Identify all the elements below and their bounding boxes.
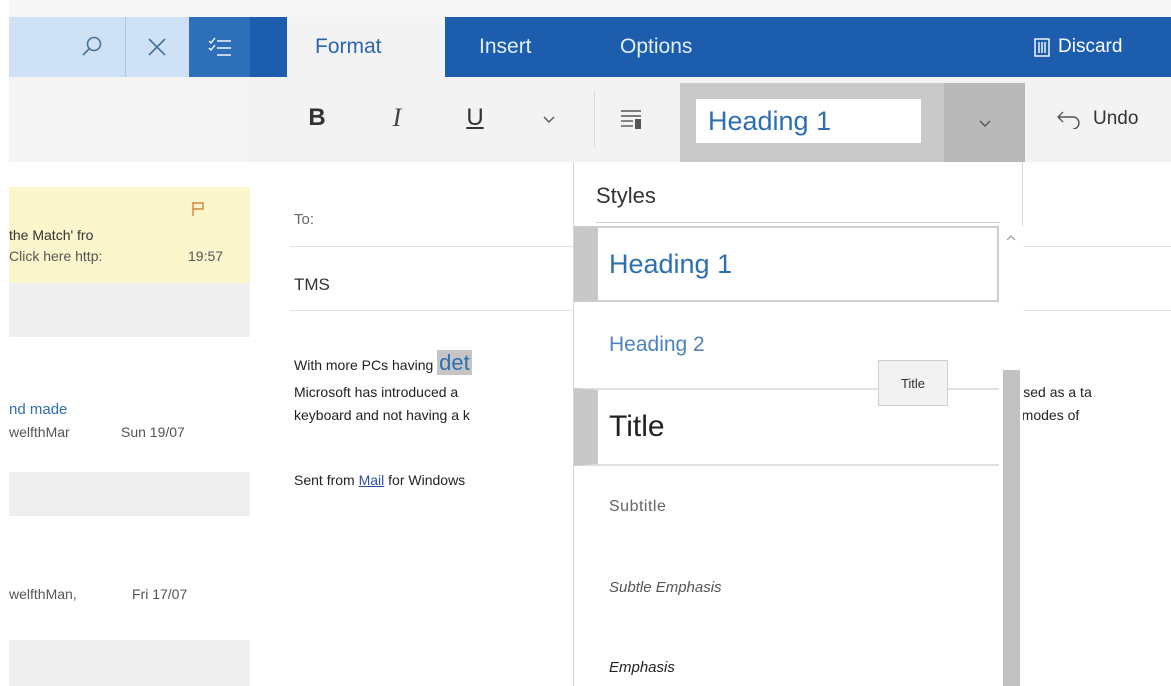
styles-scrollbar[interactable] <box>999 226 1023 686</box>
search-icon <box>82 36 102 56</box>
list-group-separator <box>9 283 250 337</box>
list-group-separator <box>9 472 250 516</box>
flag-icon <box>191 201 205 222</box>
title-strip <box>0 0 1171 17</box>
toolbar-divider <box>594 91 595 147</box>
list-group-separator <box>9 640 250 686</box>
style-option-subtle-emphasis[interactable]: Subtle Emphasis <box>574 547 999 627</box>
close-search-button[interactable] <box>125 17 187 77</box>
mail-time: Fri 17/07 <box>132 586 188 602</box>
styles-header-divider <box>596 222 1000 223</box>
mail-subject: the Match' fro <box>9 227 94 243</box>
discard-label: Discard <box>1058 36 1123 57</box>
style-option-emphasis[interactable]: Emphasis <box>574 627 999 686</box>
body-line-2[interactable]: Microsoft has introduced a <box>294 384 458 400</box>
discard-button[interactable]: Discard <box>1034 17 1122 77</box>
subject-field[interactable]: TMS <box>294 275 330 295</box>
italic-button[interactable]: I <box>382 101 412 135</box>
mail-link[interactable]: Mail <box>359 472 385 488</box>
paragraph-icon <box>621 110 641 129</box>
mail-subject: nd made <box>9 401 68 418</box>
undo-label: Undo <box>1093 108 1139 129</box>
select-all-icon <box>208 37 231 56</box>
trash-icon <box>1034 38 1050 57</box>
mail-time: 19:57 <box>188 248 224 264</box>
body-line-1[interactable]: With more PCs having det <box>294 350 472 376</box>
list-item[interactable]: nd made welfthMar Sun 19/07 <box>9 337 250 472</box>
style-dropdown-button[interactable] <box>944 83 1025 162</box>
scrollbar-thumb[interactable] <box>1003 370 1020 686</box>
ribbon-tab-bar: Format Insert Options Discard <box>250 17 1171 77</box>
bold-button[interactable]: B <box>302 101 332 135</box>
chevron-down-icon <box>979 120 990 127</box>
mail-list-header <box>9 17 250 77</box>
undo-icon <box>1057 111 1080 129</box>
paragraph-format-button[interactable] <box>616 104 646 134</box>
mail-time: Sun 19/07 <box>121 424 185 440</box>
selected-text: det <box>437 350 472 375</box>
style-option-subtitle[interactable]: Subtitle <box>574 467 999 547</box>
tab-format[interactable]: Format <box>287 17 445 77</box>
mail-app-window: Format Insert Options Discard B I U Head… <box>0 0 1171 686</box>
style-tooltip: Title <box>878 360 948 406</box>
body-text: With more PCs having <box>294 357 438 373</box>
chevron-up-icon[interactable] <box>1005 234 1017 242</box>
mail-sender: welfthMan, <box>9 586 77 602</box>
signature-suffix: for Windows <box>384 472 466 488</box>
tab-insert[interactable]: Insert <box>479 17 532 77</box>
close-icon <box>147 38 166 56</box>
mail-sender: welfthMar <box>9 424 70 440</box>
to-field-label[interactable]: To: <box>294 211 314 228</box>
list-item[interactable]: the Match' fro Click here http: 19:57 <box>9 187 250 283</box>
more-font-options-button[interactable] <box>536 104 562 134</box>
list-item[interactable]: welfthMan, Fri 17/07 <box>9 516 250 640</box>
underline-button[interactable]: U <box>460 101 490 135</box>
chevron-down-icon <box>543 116 555 123</box>
style-option-heading-1[interactable]: Heading 1 <box>574 226 999 302</box>
undo-button[interactable]: Undo <box>1055 101 1138 137</box>
search-button[interactable] <box>61 17 123 77</box>
signature-line[interactable]: Sent from Mail for Windows <box>294 472 465 488</box>
body-line-3[interactable]: keyboard and not having a k <box>294 407 470 423</box>
style-picker-value[interactable]: Heading 1 <box>696 99 921 143</box>
mail-list: the Match' fro Click here http: 19:57 nd… <box>9 162 250 686</box>
mail-preview: Click here http: <box>9 248 103 264</box>
tab-options[interactable]: Options <box>620 17 692 77</box>
styles-dropdown: Styles Heading 1 Heading 2 Title Subtitl… <box>573 162 1023 686</box>
signature-prefix: Sent from <box>294 472 359 488</box>
format-toolbar: B I U Heading 1 Undo <box>250 77 1171 162</box>
select-mode-button[interactable] <box>189 17 250 77</box>
styles-header: Styles <box>596 183 656 208</box>
window-left-edge <box>0 0 9 686</box>
